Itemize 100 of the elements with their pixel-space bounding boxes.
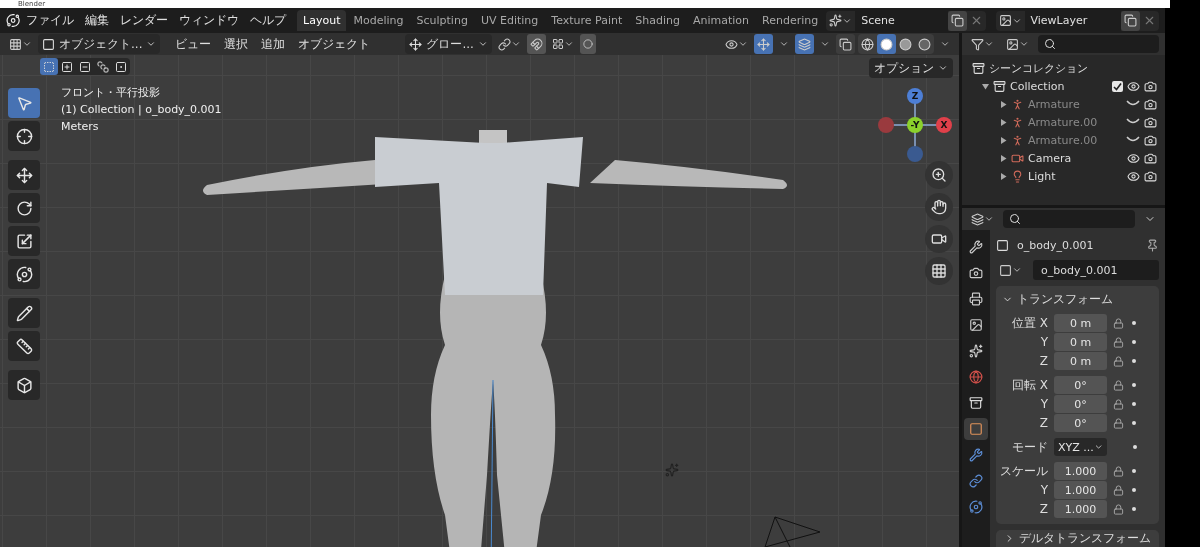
render-camera-icon[interactable] [1144, 151, 1157, 165]
lock-icon[interactable] [1113, 379, 1124, 391]
eye-icon[interactable] [1127, 169, 1140, 183]
menu-item[interactable]: レンダー [115, 12, 174, 29]
outliner-item-label[interactable]: シーンコレクション [989, 60, 1157, 76]
lock-icon[interactable] [1113, 417, 1124, 429]
cube-tool-button[interactable] [8, 370, 40, 400]
number-field[interactable]: 0° [1054, 376, 1107, 394]
view-layer-field[interactable]: ViewLayer [1024, 10, 1121, 31]
outliner-item-label[interactable]: Camera [1028, 151, 1123, 165]
select-box-tool-button[interactable] [8, 88, 40, 118]
render-camera-icon[interactable] [1144, 169, 1157, 183]
number-field[interactable]: 0 m [1054, 314, 1107, 332]
workspace-tab[interactable]: Modeling [347, 10, 410, 31]
render-camera-icon[interactable] [1144, 97, 1157, 111]
panel-title[interactable]: トランスフォーム [1017, 290, 1153, 308]
scale-tool-button[interactable] [8, 226, 40, 256]
expand-triangle-icon[interactable] [1000, 136, 1007, 144]
expand-triangle-icon[interactable] [1000, 154, 1007, 162]
keyframe-dot-icon[interactable] [1133, 445, 1137, 449]
keyframe-dot-icon[interactable] [1132, 383, 1136, 387]
mode-dropdown[interactable]: オブジェクト... [38, 34, 161, 54]
eye-icon[interactable] [1127, 151, 1140, 165]
keyframe-dot-icon[interactable] [1132, 402, 1136, 406]
transform-tool-button[interactable] [8, 259, 40, 289]
outliner-item-label[interactable]: Armature.00 [1028, 133, 1122, 147]
menu-item[interactable]: 選択 [219, 35, 254, 53]
outliner-item-label[interactable]: Collection [1010, 79, 1108, 93]
pan-button[interactable] [925, 193, 953, 221]
keyframe-dot-icon[interactable] [1132, 340, 1136, 344]
lock-icon[interactable] [1113, 317, 1124, 329]
keyframe-dot-icon[interactable] [1132, 469, 1136, 473]
lock-icon[interactable] [1113, 336, 1124, 348]
number-field[interactable]: 0 m [1054, 352, 1107, 370]
copy-button[interactable] [947, 10, 967, 31]
render-camera-icon[interactable] [1144, 115, 1157, 129]
scene-field[interactable]: Scene [855, 10, 948, 31]
render-camera-icon[interactable] [1144, 79, 1157, 93]
menu-item[interactable]: 追加 [256, 35, 291, 53]
exclude-checkbox[interactable] [1112, 80, 1123, 92]
number-field[interactable]: 1.000 [1054, 462, 1107, 480]
solid-sphere-button[interactable] [877, 34, 896, 54]
render-camera-icon[interactable] [1144, 133, 1157, 147]
proportional-edit-button[interactable] [579, 34, 596, 54]
overlay-toggle-button[interactable] [795, 34, 814, 54]
keyframe-dot-icon[interactable] [1132, 488, 1136, 492]
expand-triangle-icon[interactable] [1000, 118, 1007, 126]
workspace-tab[interactable]: Animation [686, 10, 756, 31]
workspace-tab[interactable]: UV Editing [474, 10, 545, 31]
dashed-square-mode-button[interactable] [40, 58, 58, 75]
menu-item[interactable]: ファイル [21, 12, 80, 29]
rotation-mode-dropdown[interactable]: XYZ ... [1054, 438, 1107, 456]
xray-button[interactable] [836, 34, 855, 54]
keyframe-dot-icon[interactable] [1132, 421, 1136, 425]
number-field[interactable]: 0 m [1054, 333, 1107, 351]
expand-triangle-icon[interactable] [1000, 100, 1007, 108]
workspace-tab[interactable]: Sculpting [410, 10, 474, 31]
ruler-tool-button[interactable] [8, 331, 40, 361]
menu-item[interactable]: 編集 [80, 12, 115, 29]
number-field[interactable]: 1.000 [1054, 481, 1107, 499]
menu-item[interactable]: ビュー [170, 35, 217, 53]
object-name-field[interactable]: o_body_0.001 [1033, 260, 1159, 280]
x-axis-ball[interactable]: X [936, 117, 952, 133]
options-dropdown[interactable]: オプション [869, 58, 953, 78]
orientation-dropdown[interactable]: グロー... [405, 34, 492, 54]
camera-view-button[interactable] [925, 225, 953, 253]
closed-eye-icon[interactable] [1126, 118, 1140, 126]
gizmo-toggle-button[interactable] [754, 34, 773, 54]
number-field[interactable]: 1.000 [1054, 500, 1107, 518]
rotate-tool-button[interactable] [8, 193, 40, 223]
expand-triangle-icon[interactable] [1000, 172, 1007, 180]
workspace-tab[interactable]: Layout [297, 10, 347, 31]
object-square-tab[interactable] [964, 418, 988, 440]
z-axis-ball[interactable]: Z [907, 88, 923, 104]
pin-icon[interactable] [1146, 238, 1159, 252]
outliner-item-label[interactable]: Light [1028, 169, 1123, 183]
number-field[interactable]: 0° [1054, 414, 1107, 432]
grid-view-button[interactable] [925, 257, 953, 285]
lock-icon[interactable] [1113, 355, 1124, 367]
outliner-item-label[interactable]: Armature.00 [1028, 115, 1122, 129]
number-field[interactable]: 0° [1054, 395, 1107, 413]
lock-icon[interactable] [1113, 503, 1124, 515]
closed-eye-icon[interactable] [1126, 100, 1140, 108]
workspace-tab[interactable]: Rendering [756, 10, 825, 31]
lock-icon[interactable] [1113, 484, 1124, 496]
expand-triangle-icon[interactable] [982, 82, 989, 90]
eye-icon[interactable] [1127, 79, 1140, 93]
outliner-item-label[interactable]: Armature [1028, 97, 1122, 111]
outliner-search-field[interactable] [1038, 35, 1159, 53]
menu-item[interactable]: オブジェクト [293, 35, 376, 53]
copy-button[interactable] [1121, 10, 1140, 31]
pencil-tool-button[interactable] [8, 298, 40, 328]
move-tool-button[interactable] [8, 160, 40, 190]
menu-item[interactable]: ヘルプ [245, 12, 292, 29]
zoom-button[interactable] [925, 161, 953, 189]
properties-search-field[interactable] [1003, 210, 1135, 228]
closed-eye-icon[interactable] [1126, 136, 1140, 144]
keyframe-dot-icon[interactable] [1132, 507, 1136, 511]
lock-icon[interactable] [1113, 465, 1124, 477]
menu-item[interactable]: ウィンドウ [174, 12, 245, 29]
